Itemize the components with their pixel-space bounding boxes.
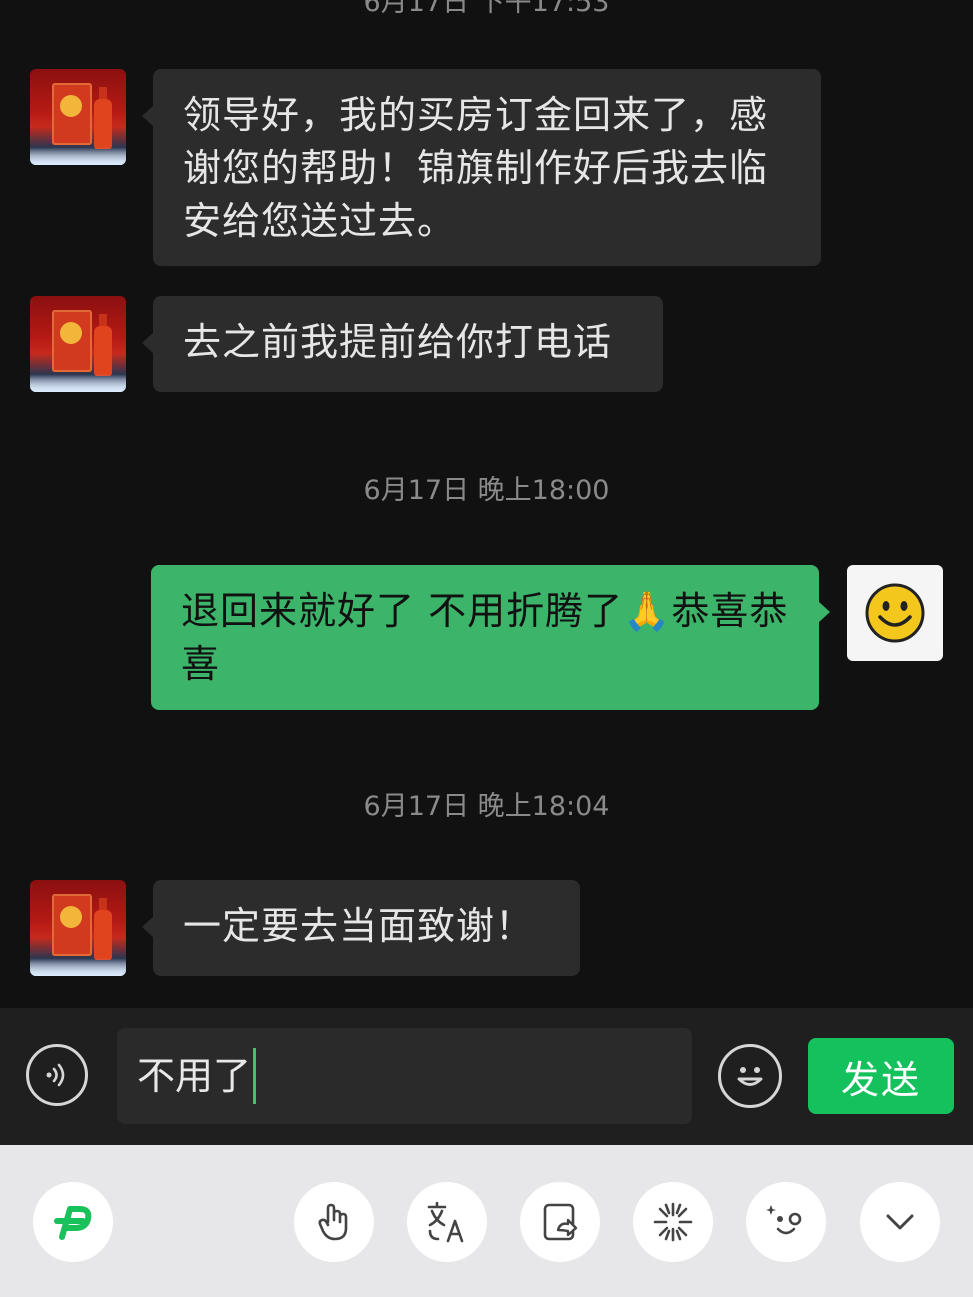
clipboard-button[interactable] [520,1182,600,1262]
voice-button[interactable] [26,1044,88,1106]
smiley-icon [865,583,925,643]
chevron-down-icon [886,1214,914,1230]
contact-avatar[interactable] [30,880,126,976]
translate-button[interactable] [407,1182,487,1262]
chat-area[interactable]: 6月17日 下午17:53 领导好，我的买房订金回来了，感谢您的帮助！锦旗制作好… [0,0,973,1008]
hand-gesture-icon [318,1203,348,1241]
face-sticker-icon [766,1205,802,1235]
message-text: 退回来就好了 不用折腾了🙏恭喜恭喜 [181,589,789,686]
message-text: 去之前我提前给你打电话 [183,320,613,364]
sparkle-icon [653,1202,693,1242]
message-text: 一定要去当面致谢！ [183,904,535,948]
message-bubble[interactable]: 去之前我提前给你打电话 [142,296,663,392]
translate-icon [427,1201,464,1243]
voice-icon [46,1063,65,1087]
timestamp: 6月17日 晚上18:04 [363,791,610,822]
ime-logo-button[interactable] [33,1182,113,1262]
text-caret [253,1048,257,1104]
timestamp: 6月17日 下午17:53 [363,0,610,18]
gesture-button[interactable] [294,1182,374,1262]
message-bubble[interactable]: 一定要去当面致谢！ [142,880,580,976]
message-bubble[interactable]: 领导好，我的买房订金回来了，感谢您的帮助！锦旗制作好后我去临安给您送过去。 [142,69,821,266]
message-text: 领导好，我的买房订金回来了，感谢您的帮助！锦旗制作好后我去临安给您送过去。 [183,93,769,243]
clipboard-icon [543,1203,578,1241]
contact-avatar[interactable] [30,69,126,165]
timestamp: 6月17日 晚上18:00 [363,475,610,506]
magic-button[interactable] [633,1182,713,1262]
my-avatar[interactable] [847,565,943,661]
message-bubble[interactable]: 退回来就好了 不用折腾了🙏恭喜恭喜 [151,565,830,710]
contact-avatar[interactable] [30,296,126,392]
input-text: 不用了 [137,1054,252,1098]
send-button[interactable]: 发送 [808,1038,954,1114]
emoji-icon [737,1067,763,1086]
sticker-button[interactable] [746,1182,826,1262]
emoji-button[interactable] [718,1044,782,1108]
message-input[interactable]: 不用了 [117,1028,692,1124]
ime-logo-icon [54,1206,92,1240]
collapse-keyboard-button[interactable] [860,1182,940,1262]
